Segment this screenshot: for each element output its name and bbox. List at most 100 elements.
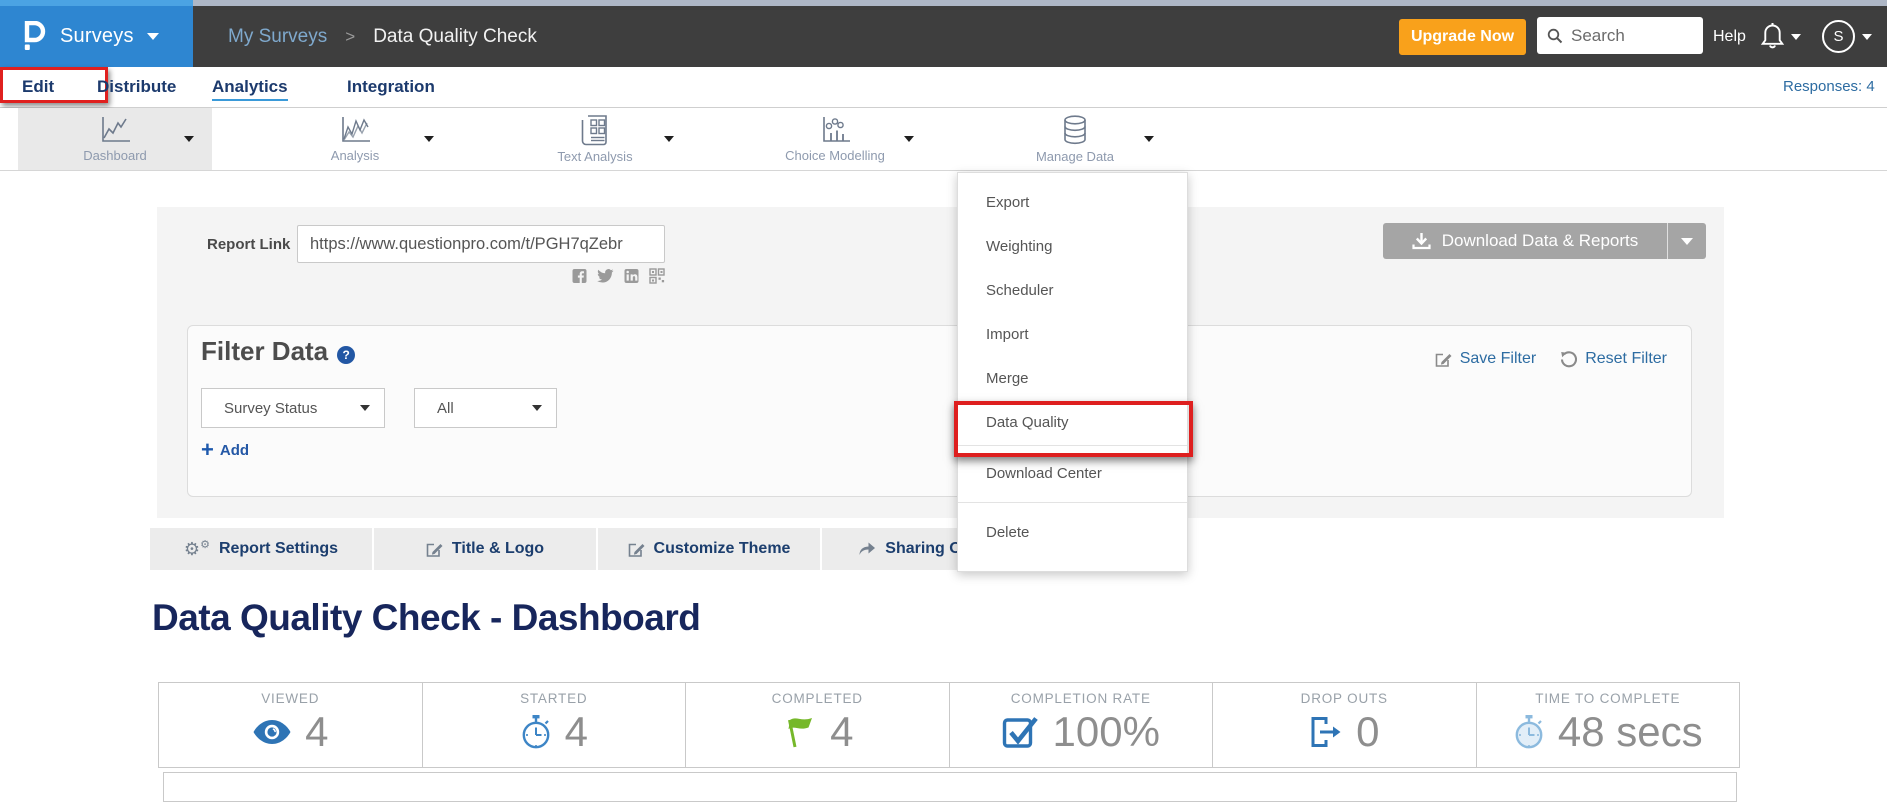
newspaper-icon [580,114,610,146]
search-input[interactable] [1571,26,1686,46]
customize-theme-button[interactable]: Customize Theme [598,528,822,570]
share-arrow-icon [858,541,876,557]
report-settings-label: Report Settings [219,540,338,558]
title-logo-label: Title & Logo [452,540,544,558]
tab-analysis[interactable]: Analysis [258,108,452,170]
chevron-down-icon[interactable] [664,136,674,142]
analytics-toolbar: Dashboard Analysis Text Analysis [0,108,1887,171]
filter-value-dropdown[interactable]: All [414,388,557,428]
line-chart-icon [98,115,132,145]
menu-item-data-quality[interactable]: Data Quality [958,401,1187,445]
active-tab-underline [212,99,288,101]
flag-icon [781,714,817,750]
save-filter-link[interactable]: Save Filter [1435,350,1536,368]
title-logo-button[interactable]: Title & Logo [374,528,598,570]
chevron-down-icon[interactable] [1144,136,1154,142]
chevron-down-icon[interactable] [904,136,914,142]
stat-value: 0 [1356,708,1379,756]
stopwatch-light-icon [1513,714,1545,750]
bell-icon [1760,22,1785,50]
stat-value: 48 secs [1558,708,1703,756]
add-filter-link[interactable]: + Add [201,440,249,460]
download-data-reports-button[interactable]: Download Data & Reports [1383,223,1706,259]
download-button-label: Download Data & Reports [1442,231,1639,251]
questionpro-logo-icon [20,21,47,53]
nav-item-integration[interactable]: Integration [347,67,435,107]
nav-item-distribute[interactable]: Distribute [97,67,176,107]
stat-label: VIEWED [261,691,319,706]
menu-item-delete[interactable]: Delete [958,503,1187,563]
twitter-icon[interactable] [597,268,614,284]
filter-field-dropdown[interactable]: Survey Status [201,388,385,428]
user-avatar[interactable]: S [1822,20,1855,53]
search-icon [1547,28,1563,44]
chevron-down-icon [1862,34,1872,40]
tab-choice-modelling[interactable]: Choice Modelling [738,108,932,170]
nav-item-edit[interactable]: Edit [22,67,54,107]
filter-data-box: Filter Data ? Survey Status All + Add Sa… [187,325,1692,497]
filter-field-value: Survey Status [224,400,317,417]
breadcrumb-my-surveys[interactable]: My Surveys [228,26,327,48]
filter-data-title: Filter Data [201,336,328,367]
product-switcher[interactable]: Surveys [0,6,193,67]
tab-text-analysis[interactable]: Text Analysis [498,108,692,170]
responses-count[interactable]: Responses: 4 [1783,67,1875,107]
dashboard-report-panel: Report Link [157,207,1724,518]
qr-code-icon[interactable] [649,268,665,284]
chevron-down-icon [1681,238,1693,245]
menu-item-merge[interactable]: Merge [958,357,1187,401]
edit-square-icon [1435,351,1452,368]
product-name: Surveys [60,25,134,48]
download-options-caret[interactable] [1668,223,1706,259]
chevron-down-icon [532,405,542,411]
save-filter-label: Save Filter [1460,350,1536,368]
menu-item-scheduler[interactable]: Scheduler [958,269,1187,313]
notifications-button[interactable] [1760,22,1801,50]
chevron-down-icon [360,405,370,411]
help-question-icon[interactable]: ? [337,346,355,364]
facebook-icon[interactable] [572,268,587,284]
upgrade-now-button[interactable]: Upgrade Now [1399,19,1526,55]
chevron-down-icon [147,33,159,40]
stat-viewed: VIEWED 4 [159,683,423,767]
customize-theme-label: Customize Theme [654,540,791,558]
multi-line-chart-icon [338,115,372,145]
survey-nav: Edit Distribute Analytics Integration Re… [0,67,1887,108]
menu-item-import[interactable]: Import [958,313,1187,357]
stat-completed: COMPLETED 4 [686,683,950,767]
edit-square-icon [628,541,645,558]
stat-label: DROP OUTS [1301,691,1388,706]
linkedin-icon[interactable] [624,268,639,284]
survey-stats-row: VIEWED 4 STARTED [158,682,1740,768]
tab-manage-data[interactable]: Manage Data [978,108,1172,170]
share-icon-row [545,268,665,284]
eye-icon [252,719,292,745]
chevron-down-icon[interactable] [424,136,434,142]
database-icon [1059,114,1091,146]
download-icon [1412,232,1431,250]
stat-label: COMPLETED [772,691,863,706]
menu-item-weighting[interactable]: Weighting [958,225,1187,269]
menu-item-export[interactable]: Export [958,181,1187,225]
tab-dashboard[interactable]: Dashboard [18,108,212,170]
checkbox-icon [1002,714,1040,750]
stat-value: 4 [830,708,853,756]
tab-label: Text Analysis [557,149,632,164]
chevron-down-icon[interactable] [184,136,194,142]
stat-value: 100% [1053,708,1160,756]
chevron-down-icon [1791,34,1801,40]
report-link-input[interactable] [297,225,665,263]
help-link[interactable]: Help [1713,6,1746,67]
page-title: Data Quality Check - Dashboard [152,597,700,639]
tab-label: Manage Data [1036,149,1114,164]
global-search[interactable] [1537,17,1703,54]
reset-filter-link[interactable]: Reset Filter [1560,350,1667,368]
reset-icon [1560,351,1577,368]
report-settings-button[interactable]: ⚙⚙ Report Settings [150,528,374,570]
stat-drop-outs: DROP OUTS 0 [1213,683,1477,767]
stat-label: COMPLETION RATE [1011,691,1151,706]
add-filter-label: Add [220,442,249,459]
report-actions-bar: ⚙⚙ Report Settings Title & Logo Customiz… [150,528,1046,570]
nav-item-analytics[interactable]: Analytics [212,67,288,107]
menu-item-download-center[interactable]: Download Center [958,446,1187,502]
